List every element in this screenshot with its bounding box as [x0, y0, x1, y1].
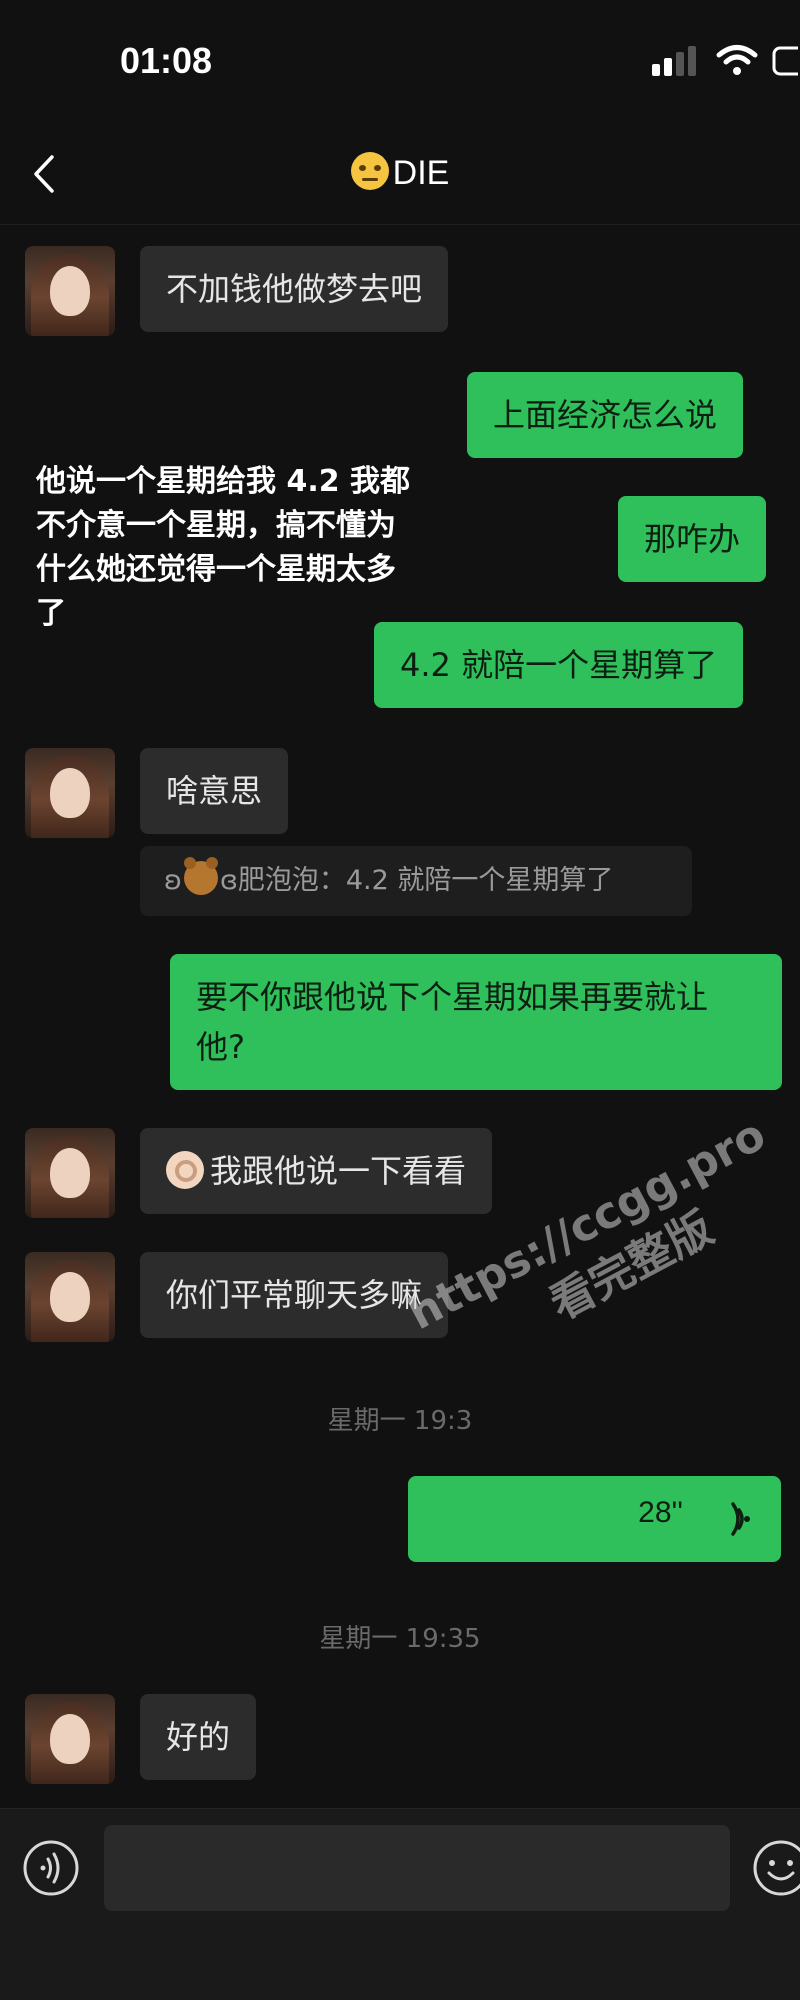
- timestamp: 星期一 19:3: [327, 1406, 473, 1436]
- message-bubble-sent[interactable]: 上面经济怎么说: [467, 372, 744, 458]
- quote-suffix: ɞ: [219, 865, 238, 896]
- quote-sender: 肥泡泡：: [237, 865, 346, 896]
- voice-input-icon[interactable]: [22, 1839, 80, 1897]
- emoji-icon[interactable]: [752, 1839, 800, 1897]
- ok-hand-emoji-icon: [166, 1151, 204, 1189]
- input-bar: [0, 1808, 800, 2000]
- contact-avatar[interactable]: [25, 246, 115, 336]
- wifi-icon: [716, 45, 758, 75]
- status-bar: 01:08: [0, 0, 800, 120]
- contact-avatar[interactable]: [25, 1128, 115, 1218]
- quoted-message[interactable]: ʚ ɞ肥泡泡：4.2 就陪一个星期算了: [140, 846, 692, 916]
- voice-duration: 28'': [638, 1496, 683, 1529]
- cellular-signal-icon: [652, 46, 696, 76]
- message-bubble-received[interactable]: 不加钱他做梦去吧: [140, 246, 449, 332]
- raised-eyebrow-emoji-icon: [350, 152, 389, 190]
- overlay-caption: 他说一个星期给我 4.2 我都不介意一个星期，搞不懂为什么她还觉得一个星期太多了: [36, 464, 411, 631]
- chat-title: DIE: [0, 152, 800, 193]
- quote-text: 4.2 就陪一个星期算了: [345, 865, 614, 896]
- contact-avatar[interactable]: [25, 1252, 115, 1342]
- message-bubble-received[interactable]: 好的: [140, 1694, 257, 1780]
- watermark-caption: 看完整版: [542, 1202, 722, 1331]
- contact-avatar[interactable]: [25, 1694, 115, 1784]
- voice-message-bubble[interactable]: 28'': [408, 1476, 781, 1562]
- chat-header: DIE: [0, 120, 800, 225]
- message-input[interactable]: [104, 1825, 730, 1911]
- voice-wave-icon: [731, 1502, 750, 1536]
- message-bubble-sent[interactable]: 那咋办: [618, 496, 767, 582]
- quote-prefix: ʚ: [164, 865, 182, 896]
- timestamp: 星期一 19:35: [319, 1624, 481, 1654]
- teddy-bear-icon: [183, 857, 218, 895]
- message-bubble-received[interactable]: 啥意思: [140, 748, 289, 834]
- message-bubble-received[interactable]: 我跟他说一下看看: [140, 1128, 493, 1214]
- contact-avatar[interactable]: [25, 748, 115, 838]
- message-bubble-sent[interactable]: 4.2 就陪一个星期算了: [374, 622, 744, 708]
- status-time: 01:08: [120, 40, 213, 81]
- message-bubble-sent[interactable]: 要不你跟他说下个星期如果再要就让他?: [170, 954, 782, 1090]
- battery-icon: [772, 46, 798, 76]
- message-text: 我跟他说一下看看: [210, 1152, 467, 1190]
- message-bubble-received[interactable]: 你们平常聊天多嘛: [140, 1252, 449, 1338]
- chat-title-text: DIE: [392, 154, 450, 192]
